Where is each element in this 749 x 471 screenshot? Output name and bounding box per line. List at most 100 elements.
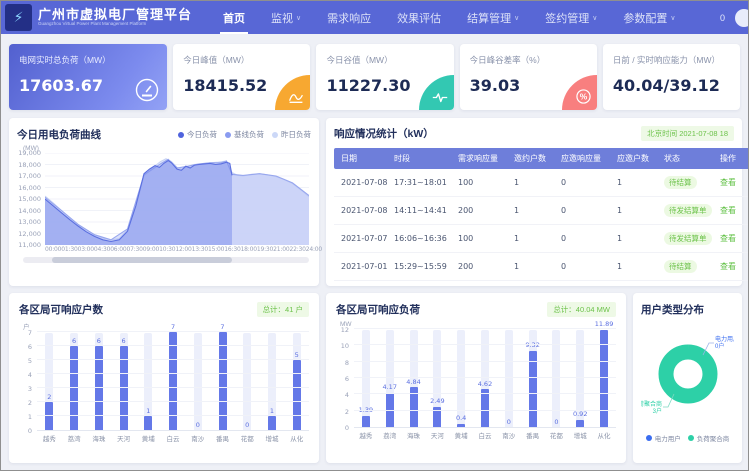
y-tick-label: 0 bbox=[345, 424, 349, 432]
cell-action: 查看 bbox=[718, 225, 749, 253]
category-label: 白云 bbox=[161, 433, 186, 443]
cell-period: 15:29~15:59 bbox=[392, 253, 456, 281]
kpi-label: 日前 / 实时响应能力（MW） bbox=[613, 54, 730, 66]
kpi-row: 电网实时总负荷（MW） 17603.67今日峰值（MW） 18415.52今日谷… bbox=[9, 44, 740, 110]
load-unit: MW bbox=[340, 321, 616, 328]
category-label: 海珠 bbox=[86, 433, 111, 443]
grid-line bbox=[37, 359, 309, 360]
nav-item[interactable]: 需求响应 bbox=[314, 1, 384, 34]
x-tick-label: 04:30 bbox=[94, 246, 110, 253]
response-table: 日期时段需求响应量邀约户数应邀响应量应邀户数状态操作 2021-07-08 17… bbox=[334, 148, 749, 281]
x-tick-label: 09:00 bbox=[143, 246, 159, 253]
table-row: 2021-07-01 15:29~15:59 200 1 0 1 待结算 查看 bbox=[334, 253, 749, 281]
top-nav-bar: ⚡ 广州市虚拟电厂管理平台 Guangzhou Virtual Power Pl… bbox=[1, 1, 748, 34]
cell-demand: 100 bbox=[456, 225, 512, 253]
load-plot: 1.39 4.17 4.84 2.49 0.4 4.62 0 9.32 0 0.… bbox=[354, 330, 616, 428]
x-tick-label: 10:30 bbox=[159, 246, 175, 253]
legend-label: 今日负荷 bbox=[187, 129, 217, 140]
y-tick-label: 2 bbox=[28, 399, 32, 407]
legend-item[interactable]: 负荷聚合商 bbox=[688, 433, 730, 443]
y-tick-label: 11,000 bbox=[18, 241, 41, 249]
category-label: 天河 bbox=[111, 433, 136, 443]
grid-line bbox=[37, 331, 309, 332]
table-column-header: 状态 bbox=[662, 148, 718, 169]
cell-accepted-amount: 0 bbox=[559, 253, 615, 281]
x-tick-label: 15:00 bbox=[208, 246, 224, 253]
nav-item-label: 效果评估 bbox=[397, 10, 441, 26]
grid-line bbox=[37, 373, 309, 374]
district-households-card: 各区局可响应户数 总计：41 户 户 76543210 2 6 6 6 1 7 … bbox=[9, 293, 319, 463]
table-row: 2021-07-08 17:31~18:01 100 1 0 1 待结算 查看 bbox=[334, 169, 749, 197]
legend-item[interactable]: 今日负荷 bbox=[178, 129, 217, 140]
y-tick-label: 4 bbox=[345, 391, 349, 399]
x-tick-label: 19:30 bbox=[257, 246, 273, 253]
cell-accepted-users: 1 bbox=[615, 197, 662, 225]
nav-item[interactable]: 效果评估 bbox=[384, 1, 454, 34]
view-link[interactable]: 查看 bbox=[720, 206, 736, 215]
svg-text:3户: 3户 bbox=[653, 407, 662, 415]
table-column-header: 时段 bbox=[392, 148, 456, 169]
app-logo-icon: ⚡ bbox=[5, 4, 32, 31]
cell-date: 2021-07-07 bbox=[334, 225, 392, 253]
cell-date: 2021-07-01 bbox=[334, 253, 392, 281]
view-link[interactable]: 查看 bbox=[720, 262, 736, 271]
bar-value-label: 0 bbox=[245, 421, 249, 429]
beijing-time-badge: 北京时间 2021-07-08 18 bbox=[641, 126, 734, 141]
load-categories: 越秀荔湾海珠天河黄埔白云南沙番禺花都增城从化 bbox=[354, 430, 616, 440]
x-tick-label: 06:00 bbox=[110, 246, 126, 253]
nav-item[interactable]: 监视∨ bbox=[258, 1, 314, 34]
bar bbox=[481, 389, 489, 427]
legend-item[interactable]: 基线负荷 bbox=[225, 129, 264, 140]
response-stats-card: 响应情况统计（kW） 北京时间 2021-07-08 18 日期时段需求响应量邀… bbox=[326, 118, 742, 286]
chart-zoom-handle[interactable] bbox=[52, 257, 232, 263]
status-badge: 待发结算单 bbox=[664, 204, 712, 217]
cell-accepted-users: 1 bbox=[615, 253, 662, 281]
nav-item[interactable]: 首页 bbox=[210, 1, 258, 34]
kpi-value: 40.04/39.12 bbox=[613, 76, 730, 95]
nav-item[interactable]: 结算管理∨ bbox=[454, 1, 532, 34]
nav-item[interactable]: 参数配置∨ bbox=[610, 1, 688, 34]
legend-label: 负荷聚合商 bbox=[697, 433, 730, 443]
view-link[interactable]: 查看 bbox=[720, 234, 736, 243]
cell-demand: 100 bbox=[456, 169, 512, 197]
app-title: 广州市虚拟电厂管理平台 bbox=[38, 8, 192, 22]
notification-count[interactable]: 0 bbox=[720, 13, 725, 23]
bar-value-label: 0 bbox=[196, 421, 200, 429]
nav-item[interactable]: 签约管理∨ bbox=[532, 1, 610, 34]
x-axis-ticks: 00:0001:3003:0004:3006:0007:3009:0010:30… bbox=[45, 246, 309, 253]
cell-action: 查看 bbox=[718, 197, 749, 225]
table-row: 2021-07-08 14:11~14:41 200 1 0 1 待发结算单 查… bbox=[334, 197, 749, 225]
main-nav: 首页监视∨ 需求响应 效果评估结算管理∨签约管理∨参数配置∨ bbox=[210, 1, 689, 34]
category-label: 荔湾 bbox=[378, 430, 402, 440]
load-curve-card: 今日用电负荷曲线 今日负荷基线负荷昨日负荷 (MW) 19,00018,0001… bbox=[9, 118, 319, 286]
cell-accepted-users: 1 bbox=[615, 225, 662, 253]
user-avatar[interactable] bbox=[735, 9, 749, 27]
bar-value-label: 9.32 bbox=[525, 341, 539, 349]
bar bbox=[293, 360, 301, 430]
legend-dot bbox=[688, 435, 694, 441]
table-row: 2021-07-07 16:06~16:36 100 1 0 1 待发结算单 查… bbox=[334, 225, 749, 253]
nav-item-label: 需求响应 bbox=[327, 10, 371, 26]
chart-zoom-scrollbar[interactable] bbox=[23, 257, 309, 263]
legend-item[interactable]: 电力用户 bbox=[646, 433, 681, 443]
bar bbox=[268, 416, 276, 430]
y-tick-label: 15,000 bbox=[18, 195, 41, 203]
category-label: 海珠 bbox=[402, 430, 426, 440]
y-tick-label: 19,000 bbox=[18, 149, 41, 157]
category-label: 白云 bbox=[473, 430, 497, 440]
x-tick-label: 18:00 bbox=[241, 246, 257, 253]
legend-item[interactable]: 昨日负荷 bbox=[272, 129, 311, 140]
load-curve-plot bbox=[45, 153, 309, 245]
x-tick-label: 13:30 bbox=[192, 246, 208, 253]
grid-line bbox=[354, 344, 616, 345]
category-label: 花都 bbox=[235, 433, 260, 443]
cell-invited: 1 bbox=[512, 169, 559, 197]
district-load-card: 各区局可响应负荷 总计：40.04 MW MW 121086420 1.39 4… bbox=[326, 293, 626, 463]
x-tick-label: 24:00 bbox=[306, 246, 322, 253]
cell-demand: 200 bbox=[456, 253, 512, 281]
households-y-ticks: 76543210 bbox=[19, 333, 37, 431]
category-label: 南沙 bbox=[185, 433, 210, 443]
pulse-icon bbox=[432, 91, 448, 104]
bar-value-label: 0.4 bbox=[456, 414, 466, 422]
view-link[interactable]: 查看 bbox=[720, 178, 736, 187]
